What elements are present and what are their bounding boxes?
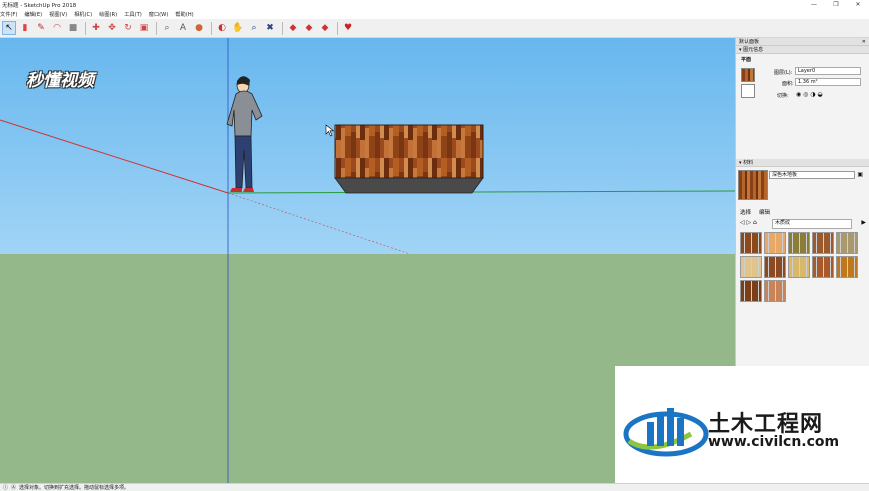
- menu-edit[interactable]: 编辑(E): [24, 11, 42, 18]
- material-tabs: 选择 编辑: [736, 208, 869, 216]
- visibility-icon[interactable]: ◉ ◎ ◑ ◒: [796, 91, 823, 98]
- tray-title: 默认面板: [739, 39, 760, 45]
- logo-url: www.civilcn.com: [708, 434, 840, 450]
- status-text: 选择对象。切换到扩充选择。拖动鼠标选择多项。: [19, 485, 130, 491]
- materials-title: 材料: [743, 160, 754, 166]
- pencil-icon[interactable]: ✎: [34, 21, 48, 35]
- entity-type: 平面: [741, 57, 752, 63]
- material-tabs-bar: 选择 编辑 ◁ ▷ ⌂ 木质纹 ▶: [736, 208, 869, 229]
- tape-icon[interactable]: ⌕: [160, 21, 174, 35]
- watermark-logo: 秒懂视频: [26, 71, 94, 91]
- paint-icon[interactable]: ●: [192, 21, 206, 35]
- zoom-extents-icon[interactable]: ✖: [263, 21, 277, 35]
- arc-icon[interactable]: ◠: [50, 21, 64, 35]
- area-label: 面积:: [782, 81, 794, 87]
- entity-info-header[interactable]: ▾ 图元信息: [736, 46, 869, 54]
- wooden-box[interactable]: [334, 124, 484, 194]
- material-swatch[interactable]: [788, 232, 810, 254]
- move-icon[interactable]: ✥: [105, 21, 119, 35]
- title-bar: 无标题 - SketchUp Pro 2018 — ❐ ✕: [0, 0, 869, 9]
- tab-edit[interactable]: 编辑: [759, 208, 770, 216]
- person-figure: [226, 76, 263, 192]
- toolbar-divider: [337, 21, 338, 35]
- toolbar-divider: [85, 21, 86, 35]
- maximize-button[interactable]: ❐: [825, 0, 847, 9]
- material-swatch[interactable]: [788, 256, 810, 278]
- toolbar-divider: [211, 21, 212, 35]
- material-swatch[interactable]: [764, 280, 786, 302]
- library-select[interactable]: 木质纹: [772, 219, 852, 229]
- site-logo: 土木工程网 www.civilcn.com: [615, 366, 869, 483]
- menu-camera[interactable]: 相机(C): [74, 11, 92, 18]
- rotate-icon[interactable]: ↻: [121, 21, 135, 35]
- material-swatch-grid: [740, 232, 865, 302]
- help-icon[interactable]: Ⓐ: [11, 484, 16, 491]
- status-bar: ⓘ Ⓐ 选择对象。切换到扩充选择。拖动鼠标选择多项。: [0, 483, 869, 491]
- tab-select[interactable]: 选择: [740, 208, 751, 216]
- close-button[interactable]: ✕: [847, 0, 869, 9]
- layer-label: 图层(L):: [774, 70, 793, 76]
- material-swatch[interactable]: [740, 256, 762, 278]
- material-swatch[interactable]: [740, 280, 762, 302]
- pan-icon[interactable]: ✋: [231, 21, 245, 35]
- tray-close-icon[interactable]: ✕: [862, 38, 866, 46]
- scale-icon[interactable]: ▣: [137, 21, 151, 35]
- material-name-field[interactable]: 深色木地板: [769, 171, 855, 179]
- menu-bar: 文件(F) 编辑(E) 视图(V) 相机(C) 绘图(R) 工具(T) 窗口(W…: [0, 9, 869, 19]
- material-swatch[interactable]: [836, 232, 858, 254]
- menu-file[interactable]: 文件(F): [0, 11, 17, 18]
- create-material-icon[interactable]: ▣: [857, 171, 863, 178]
- select-icon[interactable]: ↖: [2, 21, 16, 35]
- toggle-label: 切换:: [777, 93, 789, 99]
- eraser-icon[interactable]: ▮: [18, 21, 32, 35]
- materials-preview: 深色木地板 ▣: [736, 168, 869, 208]
- menu-help[interactable]: 帮助(H): [175, 11, 193, 18]
- menu-window[interactable]: 窗口(W): [149, 11, 169, 18]
- window-controls: — ❐ ✕: [803, 0, 869, 9]
- toolbar: ↖ ▮ ✎ ◠ ■ ✚ ✥ ↻ ▣ ⌕ A ● ◐ ✋ ⌕ ✖ ◆ ◆ ◆ ♥: [0, 19, 869, 38]
- area-field: 1.36 m²: [795, 78, 861, 86]
- extension-icon[interactable]: ◆: [302, 21, 316, 35]
- tray-header: 默认面板 ✕: [736, 38, 869, 46]
- menu-tools[interactable]: 工具(T): [124, 11, 142, 18]
- material-swatch[interactable]: [812, 232, 834, 254]
- entity-info-section: 平面 图层(L): Layer0 面积: 1.36 m² 切换: ◉ ◎ ◑ ◒: [736, 54, 869, 169]
- menu-view[interactable]: 视图(V): [49, 11, 67, 18]
- material-swatch[interactable]: [812, 256, 834, 278]
- logo-emblem-icon: [623, 408, 709, 457]
- current-material-swatch: [738, 170, 768, 200]
- menu-draw[interactable]: 绘图(R): [99, 11, 117, 18]
- rectangle-icon[interactable]: ■: [66, 21, 80, 35]
- material-swatch[interactable]: [764, 256, 786, 278]
- zoom-icon[interactable]: ⌕: [247, 21, 261, 35]
- layout-icon[interactable]: ◆: [318, 21, 332, 35]
- window-title: 无标题 - SketchUp Pro 2018: [2, 2, 77, 9]
- nav-icons[interactable]: ◁ ▷ ⌂: [740, 219, 757, 226]
- entity-material-swatch[interactable]: [741, 68, 755, 82]
- back-material-swatch[interactable]: [741, 84, 755, 98]
- orbit-icon[interactable]: ◐: [215, 21, 229, 35]
- material-swatch[interactable]: [764, 232, 786, 254]
- ruby-icon[interactable]: ♥: [341, 21, 355, 35]
- warehouse-icon[interactable]: ◆: [286, 21, 300, 35]
- minimize-button[interactable]: —: [803, 0, 825, 9]
- toolbar-divider: [156, 21, 157, 35]
- details-icon[interactable]: ▶: [861, 219, 866, 226]
- layer-select[interactable]: Layer0: [795, 67, 861, 75]
- text-icon[interactable]: A: [176, 21, 190, 35]
- push-pull-icon[interactable]: ✚: [89, 21, 103, 35]
- material-swatch[interactable]: [836, 256, 858, 278]
- material-swatch[interactable]: [740, 232, 762, 254]
- entity-info-title: 图元信息: [743, 47, 764, 53]
- info-icon[interactable]: ⓘ: [3, 484, 8, 491]
- toolbar-divider: [282, 21, 283, 35]
- materials-header[interactable]: ▾ 材料: [736, 159, 869, 167]
